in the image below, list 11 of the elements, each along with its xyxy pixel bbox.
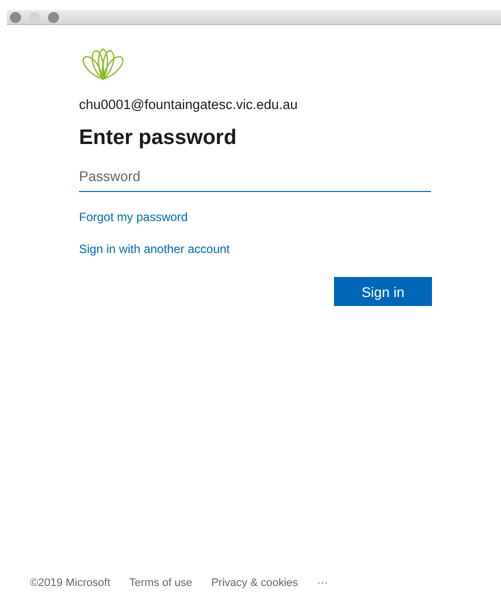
account-email: chu0001@fountaingatesc.vic.edu.au xyxy=(79,97,299,112)
page-heading: Enter password xyxy=(79,126,238,150)
text-link[interactable]: Sign in with another account xyxy=(79,242,230,256)
footer-link[interactable]: Terms of use xyxy=(129,577,192,589)
copyright-text: ©2019 Microsoft xyxy=(30,577,110,589)
zoom-icon[interactable] xyxy=(48,12,59,22)
text-link[interactable]: Forgot my password xyxy=(79,210,188,224)
more-options-link[interactable]: ··· xyxy=(317,577,328,589)
close-icon[interactable] xyxy=(10,12,21,22)
sign-in-button[interactable]: Sign in xyxy=(334,277,432,306)
footer-link[interactable]: Privacy & cookies xyxy=(211,577,298,589)
